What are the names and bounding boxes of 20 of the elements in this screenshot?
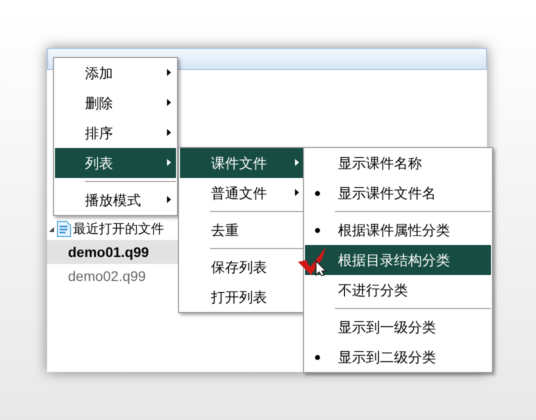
menu-item[interactable]: 显示到二级分类 [305,342,491,372]
menu-item[interactable]: 显示课件名称 [305,148,491,178]
menu-item[interactable]: 普通文件 [180,178,304,208]
menu-item[interactable]: 根据目录结构分类 [305,245,491,275]
menu-item[interactable]: 添加 [55,58,176,88]
menu-item[interactable]: 保存列表 [180,252,304,282]
expand-toggle-icon[interactable] [49,226,55,232]
folder-label[interactable]: 最近打开的文件 [73,219,164,239]
menu-item[interactable]: 列表 [55,148,176,178]
menu-item[interactable]: 不进行分类 [305,275,491,305]
menu-item[interactable]: 显示到一级分类 [305,312,491,342]
menu-item[interactable]: 课件文件 [180,148,304,178]
document-icon [57,221,71,237]
menu-item[interactable]: 去重 [180,215,304,245]
menu-item[interactable]: 显示课件文件名 [305,178,491,208]
menu-item[interactable]: 播放模式 [55,185,176,215]
menu-item[interactable]: 打开列表 [180,282,304,312]
menu-item[interactable]: 排序 [55,118,176,148]
menu-item[interactable]: 删除 [55,88,176,118]
menu-item[interactable]: 根据课件属性分类 [305,215,491,245]
